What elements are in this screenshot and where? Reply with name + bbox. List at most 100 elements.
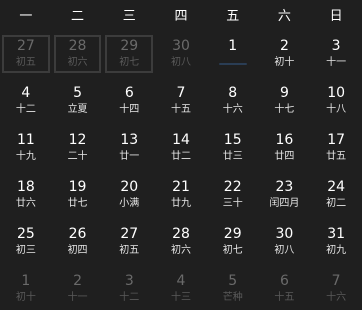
- weekday-header-row: 一 二 三 四 五 六 日: [0, 0, 362, 28]
- day-cell-today[interactable]: 1: [207, 33, 259, 75]
- lunar-date: 初十: [274, 57, 295, 68]
- day-cell[interactable]: 25 初三: [0, 221, 52, 263]
- day-cell[interactable]: 27 初五: [0, 33, 52, 75]
- day-cell[interactable]: 28 初六: [52, 33, 104, 75]
- lunar-date: 初五: [119, 245, 140, 256]
- day-cell[interactable]: 5 芒种: [207, 268, 259, 310]
- day-number: 3: [124, 273, 134, 289]
- weekday-fri: 五: [226, 8, 240, 24]
- weekday-thu: 四: [174, 8, 188, 24]
- day-cell[interactable]: 28 初六: [155, 221, 207, 263]
- weekday-sun: 日: [329, 8, 343, 24]
- day-number: 11: [16, 132, 35, 148]
- day-cell[interactable]: 6 十五: [259, 268, 311, 310]
- day-cell[interactable]: 11 十九: [0, 127, 52, 169]
- day-cell[interactable]: 9 十七: [259, 80, 311, 122]
- weekday-wed: 三: [122, 8, 136, 24]
- lunar-date: 十五: [274, 292, 295, 303]
- lunar-date: 初八: [170, 57, 191, 68]
- lunar-date: 十七: [274, 104, 295, 115]
- day-cell[interactable]: 20 小满: [103, 174, 155, 216]
- lunar-date: 闰四月: [269, 198, 300, 209]
- day-cell[interactable]: 15 廿三: [207, 127, 259, 169]
- day-number: 1: [21, 273, 31, 289]
- day-number: 3: [331, 38, 341, 54]
- day-number: 5: [228, 273, 238, 289]
- day-number: 1: [228, 38, 238, 54]
- day-number: 19: [68, 179, 87, 195]
- day-cell[interactable]: 24 初二: [310, 174, 362, 216]
- lunar-date: 初十: [15, 292, 36, 303]
- weekday-sat: 六: [277, 8, 291, 24]
- lunar-date: 十八: [326, 104, 347, 115]
- day-number: 4: [21, 85, 31, 101]
- day-cell[interactable]: 27 初五: [103, 221, 155, 263]
- lunar-date: 廿四: [274, 151, 295, 162]
- lunar-date: 初六: [67, 57, 88, 68]
- day-number: 6: [124, 85, 134, 101]
- day-cell[interactable]: 31 初九: [310, 221, 362, 263]
- day-cell[interactable]: 6 十四: [103, 80, 155, 122]
- lunar-date: 初六: [170, 245, 191, 256]
- lunar-date: 廿五: [326, 151, 347, 162]
- day-cell[interactable]: 26 初四: [52, 221, 104, 263]
- day-number: 22: [223, 179, 242, 195]
- day-cell[interactable]: 13 廿一: [103, 127, 155, 169]
- lunar-date: 三十: [222, 198, 243, 209]
- day-cell[interactable]: 5 立夏: [52, 80, 104, 122]
- weekday-mon: 一: [19, 8, 33, 24]
- day-cell[interactable]: 10 十八: [310, 80, 362, 122]
- day-number: 25: [16, 226, 35, 242]
- day-number: 26: [68, 226, 87, 242]
- day-cell[interactable]: 3 十一: [310, 33, 362, 75]
- day-cell[interactable]: 4 十二: [0, 80, 52, 122]
- calendar-panel: 一 二 三 四 五 六 日 27 初五 28 初六 29 初七 30 初八 1 2 初十 3 十一 4 十二…: [0, 0, 362, 303]
- day-number: 28: [68, 38, 87, 54]
- day-cell[interactable]: 23 闰四月: [259, 174, 311, 216]
- lunar-date: 初七: [222, 245, 243, 256]
- day-cell[interactable]: 21 廿九: [155, 174, 207, 216]
- day-number: 6: [279, 273, 289, 289]
- day-cell[interactable]: 18 廿六: [0, 174, 52, 216]
- day-cell[interactable]: 8 十六: [207, 80, 259, 122]
- day-cell[interactable]: 29 初七: [103, 33, 155, 75]
- day-cell[interactable]: 16 廿四: [259, 127, 311, 169]
- lunar-date: 初七: [119, 57, 140, 68]
- day-cell[interactable]: 14 廿二: [155, 127, 207, 169]
- day-cell[interactable]: 3 十二: [103, 268, 155, 310]
- lunar-date: 初九: [326, 245, 347, 256]
- day-number: 13: [120, 132, 139, 148]
- day-cell[interactable]: 2 初十: [259, 33, 311, 75]
- day-number: 28: [172, 226, 190, 242]
- day-cell[interactable]: 7 十五: [155, 80, 207, 122]
- lunar-date: 十九: [15, 151, 36, 162]
- day-cell[interactable]: 30 初八: [155, 33, 207, 75]
- day-cell[interactable]: 19 廿七: [52, 174, 104, 216]
- lunar-date: 十五: [170, 104, 191, 115]
- day-cell[interactable]: 17 廿五: [310, 127, 362, 169]
- weekday-tue: 二: [71, 8, 85, 24]
- day-cell[interactable]: 4 十三: [155, 268, 207, 310]
- lunar-date: 初五: [15, 57, 36, 68]
- day-cell[interactable]: 7 十六: [310, 268, 362, 310]
- day-cell[interactable]: 30 初八: [259, 221, 311, 263]
- day-cell[interactable]: 2 十一: [52, 268, 104, 310]
- day-cell[interactable]: 22 三十: [207, 174, 259, 216]
- day-number: 23: [275, 179, 294, 195]
- day-number: 2: [279, 38, 289, 54]
- lunar-date: 立夏: [67, 104, 88, 115]
- lunar-date: 廿七: [67, 198, 88, 209]
- day-cell[interactable]: 29 初七: [207, 221, 259, 263]
- day-number: 27: [16, 38, 35, 54]
- day-cell[interactable]: 1 初十: [0, 268, 52, 310]
- day-number: 8: [228, 85, 238, 101]
- lunar-date: 二十: [67, 151, 88, 162]
- day-cell[interactable]: 12 二十: [52, 127, 104, 169]
- day-number: 14: [172, 132, 190, 148]
- lunar-date: 小满: [119, 198, 140, 209]
- day-number: 31: [327, 226, 346, 242]
- lunar-date: 初八: [274, 245, 295, 256]
- days-grid: 27 初五 28 初六 29 初七 30 初八 1 2 初十 3 十一 4 十二 5 立夏 6 十四 7 十五 8 十六 9 十…: [0, 33, 362, 310]
- day-number: 12: [68, 132, 87, 148]
- day-number: 17: [327, 132, 346, 148]
